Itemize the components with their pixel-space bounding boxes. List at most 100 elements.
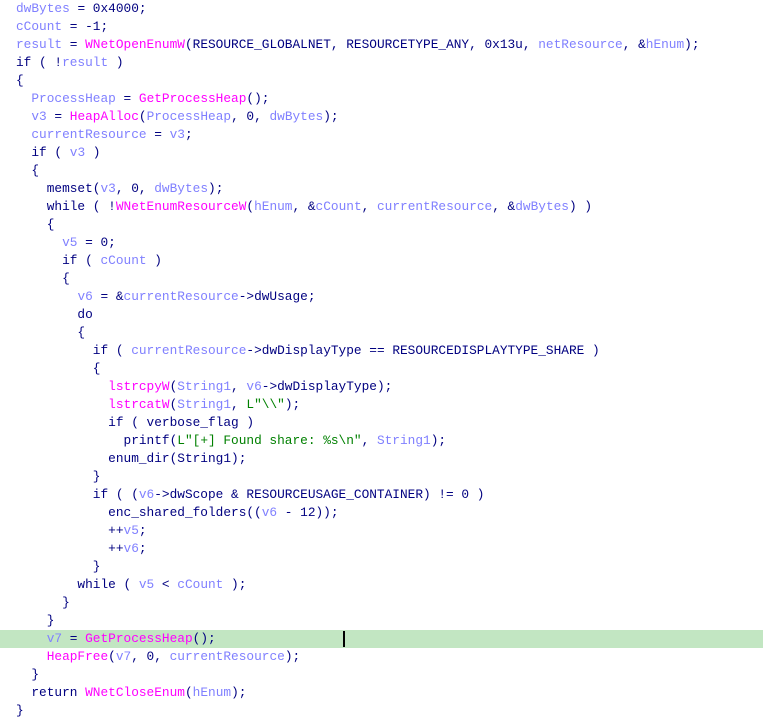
code-line[interactable]: {: [0, 216, 763, 234]
code-text: = &: [92, 289, 124, 304]
code-line[interactable]: {: [0, 270, 763, 288]
code-line[interactable]: }: [0, 612, 763, 630]
variable-token[interactable]: v6: [77, 289, 92, 304]
variable-token[interactable]: v6: [139, 487, 154, 502]
variable-token[interactable]: v3: [170, 127, 185, 142]
variable-token[interactable]: currentResource: [131, 343, 246, 358]
variable-token[interactable]: cCount: [16, 19, 62, 34]
variable-token[interactable]: v3: [100, 181, 115, 196]
variable-token[interactable]: hEnum: [193, 685, 231, 700]
code-line[interactable]: return WNetCloseEnum(hEnum);: [0, 684, 763, 702]
code-line-current[interactable]: v7 = GetProcessHeap();: [0, 630, 763, 648]
variable-token[interactable]: v3: [31, 109, 46, 124]
code-text: {: [16, 73, 24, 88]
text-cursor: [343, 631, 345, 647]
variable-token[interactable]: dwBytes: [16, 1, 70, 16]
code-text: , &: [622, 37, 646, 52]
variable-token[interactable]: String1: [177, 397, 231, 412]
variable-token[interactable]: result: [62, 55, 108, 70]
variable-token[interactable]: dwBytes: [269, 109, 323, 124]
code-line[interactable]: if ( cCount ): [0, 252, 763, 270]
variable-token[interactable]: v6: [246, 379, 261, 394]
function-token[interactable]: GetProcessHeap: [139, 91, 247, 106]
code-line[interactable]: ++v6;: [0, 540, 763, 558]
variable-token[interactable]: hEnum: [646, 37, 684, 52]
code-line[interactable]: if ( currentResource->dwDisplayType == R…: [0, 342, 763, 360]
code-line[interactable]: if ( !result ): [0, 54, 763, 72]
code-line[interactable]: v3 = HeapAlloc(ProcessHeap, 0, dwBytes);: [0, 108, 763, 126]
code-text: <: [154, 577, 178, 592]
code-text: (: [246, 199, 255, 214]
function-token[interactable]: lstrcatW: [108, 397, 169, 412]
code-line[interactable]: {: [0, 324, 763, 342]
code-line[interactable]: ProcessHeap = GetProcessHeap();: [0, 90, 763, 108]
variable-token[interactable]: String1: [377, 433, 431, 448]
variable-token[interactable]: currentResource: [124, 289, 239, 304]
code-line[interactable]: HeapFree(v7, 0, currentResource);: [0, 648, 763, 666]
code-line[interactable]: do: [0, 306, 763, 324]
code-line[interactable]: lstrcpyW(String1, v6->dwDisplayType);: [0, 378, 763, 396]
variable-token[interactable]: dwBytes: [515, 199, 569, 214]
code-line[interactable]: dwBytes = 0x4000;: [0, 0, 763, 18]
code-text: {: [16, 271, 70, 286]
function-token[interactable]: lstrcpyW: [108, 379, 169, 394]
code-line[interactable]: while ( !WNetEnumResourceW(hEnum, &cCoun…: [0, 198, 763, 216]
code-line[interactable]: lstrcatW(String1, L"\\");: [0, 396, 763, 414]
variable-token[interactable]: currentResource: [377, 199, 492, 214]
function-token[interactable]: HeapFree: [47, 649, 108, 664]
variable-token[interactable]: cCount: [316, 199, 362, 214]
code-line[interactable]: {: [0, 72, 763, 90]
code-text: =: [62, 37, 86, 52]
code-line[interactable]: currentResource = v3;: [0, 126, 763, 144]
variable-token[interactable]: v5: [124, 523, 139, 538]
code-line[interactable]: }: [0, 468, 763, 486]
variable-token[interactable]: cCount: [100, 253, 146, 268]
function-token[interactable]: WNetEnumResourceW: [116, 199, 247, 214]
variable-token[interactable]: netResource: [538, 37, 622, 52]
variable-token[interactable]: String1: [177, 379, 231, 394]
code-line[interactable]: if ( (v6->dwScope & RESOURCEUSAGE_CONTAI…: [0, 486, 763, 504]
pseudocode-view[interactable]: dwBytes = 0x4000; cCount = -1; result = WN…: [0, 0, 763, 720]
variable-token[interactable]: v3: [70, 145, 85, 160]
variable-token[interactable]: v5: [62, 235, 77, 250]
variable-token[interactable]: result: [16, 37, 62, 52]
code-line[interactable]: {: [0, 162, 763, 180]
function-token[interactable]: WNetCloseEnum: [85, 685, 185, 700]
variable-token[interactable]: ProcessHeap: [31, 91, 115, 106]
code-line[interactable]: enc_shared_folders((v6 - 12));: [0, 504, 763, 522]
code-line[interactable]: v6 = &currentResource->dwUsage;: [0, 288, 763, 306]
variable-token[interactable]: v7: [116, 649, 131, 664]
variable-token[interactable]: currentResource: [31, 127, 146, 142]
code-text: (: [108, 649, 116, 664]
variable-token[interactable]: dwBytes: [154, 181, 208, 196]
code-line[interactable]: while ( v5 < cCount );: [0, 576, 763, 594]
variable-token[interactable]: ProcessHeap: [147, 109, 231, 124]
variable-token[interactable]: v5: [139, 577, 154, 592]
code-text: {: [16, 163, 40, 178]
code-text: if ( verbose_flag ): [16, 415, 255, 430]
code-line[interactable]: enum_dir(String1);: [0, 450, 763, 468]
code-line[interactable]: }: [0, 666, 763, 684]
code-line[interactable]: memset(v3, 0, dwBytes);: [0, 180, 763, 198]
variable-token[interactable]: currentResource: [170, 649, 285, 664]
code-line[interactable]: }: [0, 594, 763, 612]
variable-token[interactable]: hEnum: [254, 199, 292, 214]
function-token[interactable]: GetProcessHeap: [85, 631, 193, 646]
variable-token[interactable]: v6: [262, 505, 277, 520]
code-line[interactable]: }: [0, 558, 763, 576]
code-line[interactable]: if ( verbose_flag ): [0, 414, 763, 432]
code-line[interactable]: {: [0, 360, 763, 378]
variable-token[interactable]: cCount: [177, 577, 223, 592]
variable-token[interactable]: v7: [47, 631, 62, 646]
function-token[interactable]: HeapAlloc: [70, 109, 139, 124]
code-line[interactable]: v5 = 0;: [0, 234, 763, 252]
code-line[interactable]: cCount = -1;: [0, 18, 763, 36]
code-line[interactable]: if ( v3 ): [0, 144, 763, 162]
code-line[interactable]: result = WNetOpenEnumW(RESOURCE_GLOBALNE…: [0, 36, 763, 54]
function-token[interactable]: WNetOpenEnumW: [85, 37, 185, 52]
variable-token[interactable]: v6: [124, 541, 139, 556]
code-line[interactable]: }: [0, 702, 763, 720]
code-line[interactable]: printf(L"[+] Found share: %s\n", String1…: [0, 432, 763, 450]
code-line[interactable]: ++v5;: [0, 522, 763, 540]
